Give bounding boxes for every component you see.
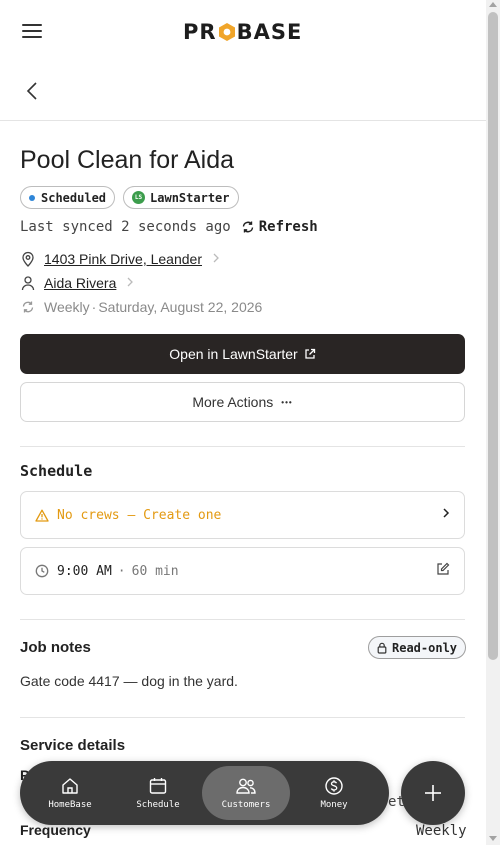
logo-text-left: PR	[183, 20, 217, 44]
job-notes-text: Gate code 4417 — dog in the yard.	[20, 673, 238, 689]
dollar-icon	[324, 776, 344, 796]
time-separator: ·	[117, 563, 126, 579]
source-badge: LS LawnStarter	[123, 186, 239, 209]
nav-customers-label: Customers	[221, 800, 271, 810]
time-card[interactable]: 9:00 AM · 60 min	[20, 547, 465, 595]
read-only-badge: Read-only	[368, 636, 467, 659]
service-details-heading: Service details	[20, 737, 126, 754]
open-in-lawnstarter-button[interactable]: Open in LawnStarter	[20, 334, 465, 374]
probase-logo: PR BASE	[183, 20, 302, 44]
nav-schedule[interactable]: Schedule	[114, 766, 202, 820]
app-header: PR BASE	[0, 0, 486, 62]
start-time: 9:00 AM	[57, 563, 112, 579]
chevron-right-icon	[212, 251, 220, 267]
create-crew-card[interactable]: No crews — Create one	[20, 491, 465, 539]
address-link[interactable]: 1403 Pink Drive, Leander	[44, 251, 202, 267]
hamburger-icon[interactable]	[22, 24, 42, 40]
divider	[20, 717, 465, 718]
source-badge-label: LawnStarter	[150, 190, 230, 205]
scrollbar-thumb[interactable]	[488, 12, 498, 660]
back-bar	[0, 62, 486, 121]
map-pin-icon	[20, 251, 36, 267]
logo-hex-icon	[218, 23, 235, 41]
scroll-up-icon[interactable]	[489, 2, 497, 7]
lock-icon	[377, 642, 387, 654]
home-icon	[60, 776, 80, 796]
page-title: Pool Clean for Aida	[20, 146, 235, 174]
job-notes-heading: Job notes	[20, 639, 91, 656]
customer-row[interactable]: Aida Rivera	[20, 275, 134, 291]
scroll-down-icon[interactable]	[489, 836, 497, 841]
frequency-value: Weekly	[416, 823, 467, 839]
address-row[interactable]: 1403 Pink Drive, Leander	[20, 251, 220, 267]
recurrence-date: Saturday, August 22, 2026	[98, 299, 263, 315]
more-actions-label: More Actions	[192, 394, 274, 410]
nav-homebase-label: HomeBase	[48, 800, 92, 810]
refresh-label: Refresh	[258, 219, 318, 235]
duration: 60 min	[131, 563, 179, 579]
nav-homebase[interactable]: HomeBase	[26, 766, 114, 820]
crew-warning-text: No crews — Create one	[57, 507, 222, 523]
lawnstarter-icon: LS	[132, 191, 146, 204]
nav-money-label: Money	[320, 800, 348, 810]
external-link-icon	[305, 348, 315, 359]
schedule-heading: Schedule	[20, 462, 93, 480]
recurrence-row: Weekly · Saturday, August 22, 2026	[20, 299, 262, 315]
sync-text: Last synced 2 seconds ago	[20, 219, 231, 235]
divider	[20, 446, 465, 447]
warning-icon	[35, 509, 49, 522]
nav-money[interactable]: Money	[290, 766, 378, 820]
add-button[interactable]	[401, 761, 465, 825]
users-icon	[235, 776, 257, 796]
nav-customers[interactable]: Customers	[202, 766, 290, 820]
recurrence-text: Weekly	[44, 299, 90, 315]
divider	[20, 619, 465, 620]
refresh-button[interactable]: Refresh	[241, 219, 318, 235]
recurrence-separator: ·	[91, 299, 97, 315]
plus-icon	[425, 785, 441, 801]
logo-text-right: BASE	[236, 20, 303, 44]
repeat-icon	[20, 299, 36, 315]
more-actions-button[interactable]: More Actions •••	[20, 382, 465, 422]
chevron-right-icon	[442, 507, 450, 523]
status-badge: Scheduled	[20, 186, 116, 209]
clock-icon	[35, 564, 49, 578]
status-dot-icon	[29, 194, 35, 201]
chevron-right-icon	[126, 275, 134, 291]
calendar-icon	[148, 776, 168, 796]
read-only-label: Read-only	[392, 640, 458, 655]
badge-row: Scheduled LS LawnStarter	[20, 186, 239, 209]
chevron-left-icon[interactable]	[22, 80, 42, 102]
refresh-icon	[242, 221, 253, 233]
customer-link[interactable]: Aida Rivera	[44, 275, 116, 291]
more-dots-icon: •••	[281, 397, 293, 407]
user-icon	[20, 275, 36, 291]
open-in-lawnstarter-label: Open in LawnStarter	[169, 346, 298, 362]
nav-schedule-label: Schedule	[136, 800, 180, 810]
bottom-nav: HomeBase Schedule Customers Money	[20, 761, 389, 825]
status-badge-label: Scheduled	[41, 190, 107, 205]
sync-status: Last synced 2 seconds ago Refresh	[20, 219, 318, 235]
edit-icon[interactable]	[436, 562, 450, 580]
